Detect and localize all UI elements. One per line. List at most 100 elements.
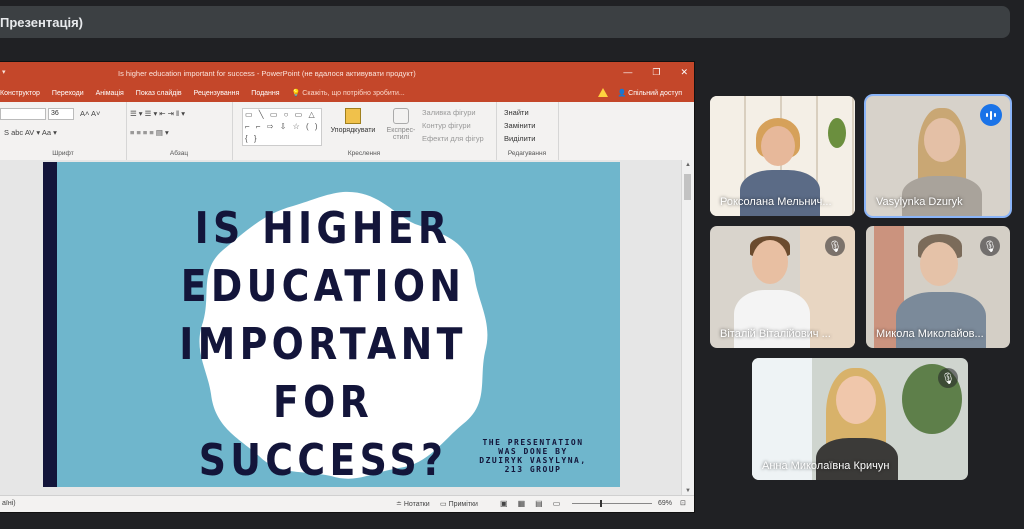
scroll-down-icon[interactable]: ▼ (685, 488, 691, 494)
normal-view-icon[interactable]: ▣ (500, 499, 508, 508)
arrange-button[interactable]: Упорядкувати (326, 108, 380, 134)
tell-me-search[interactable]: 💡 Скажіть, що потрібно зробити... (291, 89, 405, 98)
participant-name: Віталій Віталійович ... (720, 328, 831, 340)
ribbon-group-paragraph: ☰ ▾ ☰ ▾ ⇤ ⇥ ‖ ▾ ≡ ≡ ≡ ≡ ▤ ▾ Абзац (126, 102, 233, 160)
share-label: Спільний доступ (628, 89, 682, 97)
meet-window: Презентація) ▾ Is higher education impor… (0, 0, 1024, 529)
select-button[interactable]: Виділити (504, 134, 535, 143)
ppt-window-title: Is higher education important for succes… (118, 69, 416, 78)
shape-fill-button[interactable]: Заливка фігури (422, 108, 484, 117)
speaking-bar (990, 110, 992, 120)
shape-format-menu: Заливка фігури Контур фігури Ефекти для … (422, 108, 484, 143)
scrollbar-thumb[interactable] (684, 174, 691, 200)
slideshow-view-icon[interactable]: ▭ (553, 499, 561, 508)
quick-styles-button[interactable]: Експрес-стилі (382, 108, 420, 141)
group-label-paragraph: Абзац (169, 150, 189, 157)
view-buttons: ▣ ▦ ▤ ▭ (500, 499, 560, 508)
share-button[interactable]: 👤 Спільний доступ (618, 89, 683, 97)
person-icon: 👤 (617, 89, 627, 97)
status-language: аїні) (2, 500, 16, 507)
ribbon-group-font: 36 A˄ A˅ S abc AV ▾ Aa ▾ Шрифт (0, 102, 127, 160)
participant-tile[interactable]: Роксолана Мельнич... (710, 96, 855, 216)
notes-label: Нотатки (403, 501, 430, 508)
minimize-icon[interactable]: — (623, 67, 632, 78)
slide-credit-line: THE PRESENTATION (482, 438, 584, 447)
group-label-font: Шрифт (52, 150, 74, 157)
shape-outline-button[interactable]: Контур фігури (422, 121, 484, 130)
slide-title-line: SUCCESS? (198, 435, 448, 486)
group-label-editing: Редагування (507, 150, 547, 157)
font-name-input[interactable] (0, 108, 46, 120)
slide-title-line: EDUCATION (180, 261, 466, 312)
font-format-row[interactable]: S abc AV ▾ Aa ▾ (4, 128, 57, 137)
restore-icon[interactable]: ❐ (652, 67, 660, 78)
ribbon-tabs: Конструктор Переходи Анімація Показ слай… (0, 84, 694, 102)
slide-credit-line: DZUIRYK VASYLYNA, (479, 456, 587, 465)
lightbulb-icon: 💡 (291, 90, 301, 97)
paragraph-row-2[interactable]: ≡ ≡ ≡ ≡ ▤ ▾ (130, 128, 169, 137)
slide-sorter-icon[interactable]: ▦ (518, 499, 526, 508)
quick-styles-icon (393, 108, 409, 124)
plant-image (828, 118, 846, 148)
participant-name: Vasylynka Dzuryk (876, 196, 963, 208)
fit-to-window-icon[interactable]: ⊡ (680, 499, 686, 507)
participant-tile[interactable]: 🎙 Микола Миколайов... (866, 226, 1010, 348)
slide-credit-line: WAS DONE BY (498, 447, 568, 456)
speaking-bar (994, 113, 996, 117)
mic-off-icon: 🎙 (938, 368, 958, 388)
status-bar: аїні) ≐ Нотатки ▭ Примітки ▣ ▦ ▤ ▭ 69% ⊡ (0, 495, 694, 512)
tab-slideshow[interactable]: Показ слайдів (136, 90, 182, 97)
replace-button[interactable]: Замінити (504, 121, 535, 130)
warning-icon (597, 88, 608, 97)
paragraph-row-1[interactable]: ☰ ▾ ☰ ▾ ⇤ ⇥ ‖ ▾ (130, 109, 185, 118)
slide-title-line: IMPORTANT FOR (179, 319, 467, 428)
participant-tile[interactable]: 🎙 Анна Миколаївна Кричун (752, 358, 968, 480)
comments-label: Примітки (448, 501, 478, 508)
vertical-scrollbar[interactable]: ▲ ▼ (681, 160, 694, 496)
participant-name: Микола Миколайов... (876, 328, 984, 340)
slide[interactable]: IS HIGHER EDUCATION IMPORTANT FOR SUCCES… (43, 162, 620, 487)
group-label-drawing: Креслення (347, 150, 381, 157)
quick-styles-label: Експрес-стилі (386, 127, 416, 141)
presentation-title-bar: Презентація) (0, 6, 1010, 38)
window-controls: — ❐ ✕ (623, 67, 688, 78)
font-size-buttons[interactable]: A˄ A˅ (80, 109, 100, 118)
tab-design[interactable]: Конструктор (0, 90, 40, 97)
slide-credit-line: 213 GROUP (504, 465, 562, 474)
scroll-up-icon[interactable]: ▲ (685, 162, 691, 168)
tab-view[interactable]: Подання (251, 90, 279, 97)
participant-tile[interactable]: 🎙 Віталій Віталійович ... (710, 226, 855, 348)
presentation-title: Презентація) (0, 14, 84, 30)
ppt-title-bar: ▾ Is higher education important for succ… (0, 62, 694, 84)
arrange-icon (345, 108, 361, 124)
ribbon: 36 A˄ A˅ S abc AV ▾ Aa ▾ Шрифт ☰ ▾ ☰ ▾ ⇤… (0, 102, 694, 161)
zoom-level[interactable]: 69% (658, 500, 672, 507)
zoom-slider-knob[interactable] (600, 500, 602, 507)
arrange-label: Упорядкувати (330, 127, 376, 134)
find-button[interactable]: Знайти (504, 108, 535, 117)
tab-review[interactable]: Рецензування (194, 90, 240, 97)
tab-animations[interactable]: Анімація (96, 90, 124, 97)
quick-access-dropdown-icon[interactable]: ▾ (2, 68, 6, 76)
shapes-gallery[interactable]: ▭ ╲ ▭ ○ ▭ △ ⌐ ⌐ ⇨ ⇩ ☆ ( ) { } (242, 108, 322, 146)
zoom-slider[interactable] (572, 500, 652, 507)
shared-screen-powerpoint[interactable]: ▾ Is higher education important for succ… (0, 62, 694, 512)
ribbon-group-editing: Знайти Замінити Виділити Редагування (496, 102, 559, 160)
search-hint: Скажіть, що потрібно зробити... (302, 89, 405, 97)
tab-transitions[interactable]: Переходи (52, 90, 84, 97)
font-size-input[interactable]: 36 (48, 108, 74, 120)
mic-off-icon: 🎙 (825, 236, 845, 256)
slide-title: IS HIGHER EDUCATION IMPORTANT FOR SUCCES… (134, 200, 512, 487)
comments-button[interactable]: ▭ Примітки (440, 500, 478, 508)
close-icon[interactable]: ✕ (680, 67, 688, 78)
notes-button[interactable]: ≐ Нотатки (396, 500, 430, 508)
mic-off-icon: 🎙 (980, 236, 1000, 256)
speaking-bar (986, 113, 988, 117)
slide-title-line: IS HIGHER (194, 203, 452, 254)
participant-name: Роксолана Мельнич... (720, 196, 832, 208)
reading-view-icon[interactable]: ▤ (535, 499, 543, 508)
participant-tile-speaking[interactable]: Vasylynka Dzuryk (866, 96, 1010, 216)
shape-effects-button[interactable]: Ефекти для фігур (422, 134, 484, 143)
slide-accent-bar (43, 162, 57, 487)
speaking-indicator-icon (980, 104, 1002, 126)
